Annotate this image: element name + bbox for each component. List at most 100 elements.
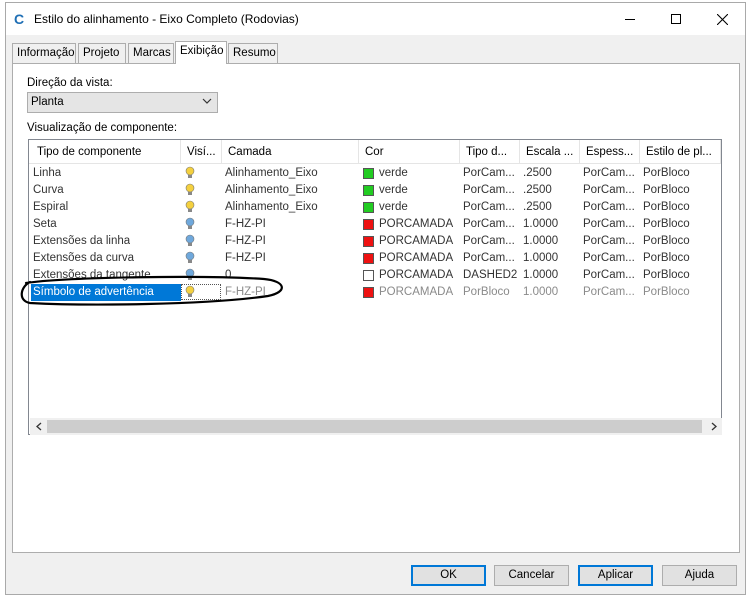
column-header-plot-style[interactable]: Estilo de pl...	[640, 140, 721, 164]
scale-cell[interactable]: .2500	[523, 199, 552, 216]
column-header-linetype[interactable]: Tipo d...	[460, 140, 520, 164]
lineweight-cell[interactable]: PorCam...	[583, 182, 635, 199]
linetype-cell[interactable]: PorCam...	[463, 165, 515, 182]
table-row[interactable]: Curva Alinhamento_Eixo verde PorCam... .2500…	[29, 182, 721, 199]
plot-style-cell[interactable]: PorBloco	[643, 199, 690, 216]
component-name-cell[interactable]: Linha	[33, 165, 61, 182]
column-header-lineweight[interactable]: Espess...	[580, 140, 640, 164]
plot-style-cell[interactable]: PorBloco	[643, 216, 690, 233]
scale-cell[interactable]: 1.0000	[523, 250, 558, 267]
scale-cell[interactable]: 1.0000	[523, 267, 558, 284]
scroll-right-button[interactable]	[705, 418, 722, 435]
minimize-button[interactable]	[607, 3, 653, 35]
horizontal-scrollbar[interactable]	[30, 418, 722, 435]
component-name-cell[interactable]: Extensões da curva	[33, 250, 134, 267]
table-row[interactable]: Extensões da tangente 0 PORCAMADA DASHED2 1.…	[29, 267, 721, 284]
plot-style-cell[interactable]: PorBloco	[643, 284, 690, 301]
lineweight-cell[interactable]: PorCam...	[583, 250, 635, 267]
title-bar[interactable]: C Estilo do alinhamento - Eixo Completo …	[6, 3, 745, 35]
table-row[interactable]: Seta F-HZ-PI PORCAMADA PorCam... 1.0000 PorCa…	[29, 216, 721, 233]
linetype-cell[interactable]: PorCam...	[463, 216, 515, 233]
linetype-cell[interactable]: DASHED2	[463, 267, 517, 284]
tab-projeto[interactable]: Projeto	[78, 43, 126, 63]
visibility-toggle[interactable]	[181, 182, 221, 199]
visibility-toggle[interactable]	[181, 250, 221, 267]
layer-cell[interactable]: F-HZ-PI	[225, 284, 266, 301]
layer-cell[interactable]: Alinhamento_Eixo	[225, 182, 318, 199]
linetype-cell[interactable]: PorBloco	[463, 284, 510, 301]
visibility-toggle[interactable]	[181, 267, 221, 284]
visibility-toggle[interactable]	[181, 216, 221, 233]
tab-informacao[interactable]: Informação	[12, 43, 76, 63]
component-name-cell[interactable]: Extensões da linha	[33, 233, 130, 250]
scale-cell[interactable]: 1.0000	[523, 216, 558, 233]
visibility-toggle[interactable]	[181, 284, 221, 301]
visibility-toggle[interactable]	[181, 165, 221, 182]
layer-cell[interactable]: 0	[225, 267, 231, 284]
scale-cell[interactable]: .2500	[523, 182, 552, 199]
linetype-cell[interactable]: PorCam...	[463, 182, 515, 199]
linetype-cell[interactable]: PorCam...	[463, 250, 515, 267]
column-header-layer[interactable]: Camada	[222, 140, 359, 164]
layer-cell[interactable]: F-HZ-PI	[225, 216, 266, 233]
color-cell[interactable]: PORCAMADA	[363, 284, 461, 301]
linetype-cell[interactable]: PorCam...	[463, 233, 515, 250]
visibility-toggle[interactable]	[181, 233, 221, 250]
table-row[interactable]: Extensões da curva F-HZ-PI PORCAMADA PorCam…	[29, 250, 721, 267]
apply-button[interactable]: Aplicar	[578, 565, 653, 586]
component-name-cell[interactable]: Símbolo de advertência	[31, 284, 181, 301]
plot-style-cell[interactable]: PorBloco	[643, 267, 690, 284]
plot-style-cell[interactable]: PorBloco	[643, 233, 690, 250]
view-direction-select[interactable]: Planta	[27, 92, 218, 113]
scale-cell[interactable]: 1.0000	[523, 233, 558, 250]
layer-cell[interactable]: Alinhamento_Eixo	[225, 199, 318, 216]
table-row[interactable]: Extensões da linha F-HZ-PI PORCAMADA PorCam…	[29, 233, 721, 250]
visibility-toggle[interactable]	[181, 199, 221, 216]
plot-style-cell[interactable]: PorBloco	[643, 165, 690, 182]
column-header-scale[interactable]: Escala ...	[520, 140, 580, 164]
tab-exibicao[interactable]: Exibição	[175, 41, 227, 64]
close-button[interactable]	[699, 3, 745, 35]
lineweight-cell[interactable]: PorCam...	[583, 216, 635, 233]
column-header-color[interactable]: Cor	[359, 140, 460, 164]
scale-cell[interactable]: 1.0000	[523, 284, 558, 301]
help-button[interactable]: Ajuda	[662, 565, 737, 586]
color-cell[interactable]: PORCAMADA	[363, 267, 461, 284]
tab-marcas[interactable]: Marcas	[128, 43, 174, 63]
lineweight-cell[interactable]: PorCam...	[583, 267, 635, 284]
component-name-cell[interactable]: Espiral	[33, 199, 68, 216]
lineweight-cell[interactable]: PorCam...	[583, 165, 635, 182]
cancel-button[interactable]: Cancelar	[494, 565, 569, 586]
linetype-cell[interactable]: PorCam...	[463, 199, 515, 216]
layer-cell[interactable]: Alinhamento_Eixo	[225, 165, 318, 182]
table-row[interactable]: Símbolo de advertência F-HZ-PI PORCAMADA Po…	[29, 284, 721, 301]
lineweight-cell[interactable]: PorCam...	[583, 233, 635, 250]
color-cell[interactable]: PORCAMADA	[363, 233, 461, 250]
layer-cell[interactable]: F-HZ-PI	[225, 233, 266, 250]
plot-style-cell[interactable]: PorBloco	[643, 182, 690, 199]
column-header-visible[interactable]: Visí...	[181, 140, 222, 164]
scroll-thumb[interactable]	[47, 420, 702, 433]
color-cell[interactable]: PORCAMADA	[363, 250, 461, 267]
plot-style-cell[interactable]: PorBloco	[643, 250, 690, 267]
table-row[interactable]: Espiral Alinhamento_Eixo verde PorCam... .25…	[29, 199, 721, 216]
ok-button[interactable]: OK	[411, 565, 486, 586]
scale-cell[interactable]: .2500	[523, 165, 552, 182]
lightbulb-off-icon	[185, 234, 195, 246]
component-list[interactable]: Tipo de componente Visí... Camada Cor Ti…	[28, 139, 722, 435]
tab-resumo[interactable]: Resumo	[228, 43, 278, 63]
color-cell[interactable]: verde	[363, 165, 461, 182]
component-name-cell[interactable]: Extensões da tangente	[33, 267, 151, 284]
layer-cell[interactable]: F-HZ-PI	[225, 250, 266, 267]
maximize-button[interactable]	[653, 3, 699, 35]
table-row[interactable]: Linha Alinhamento_Eixo verde PorCam... .2500…	[29, 165, 721, 182]
component-name-cell[interactable]: Seta	[33, 216, 57, 233]
lineweight-cell[interactable]: PorCam...	[583, 284, 635, 301]
lineweight-cell[interactable]: PorCam...	[583, 199, 635, 216]
column-header-component-type[interactable]: Tipo de componente	[29, 140, 181, 164]
color-cell[interactable]: verde	[363, 182, 461, 199]
scroll-left-button[interactable]	[30, 418, 47, 435]
color-cell[interactable]: PORCAMADA	[363, 216, 461, 233]
component-name-cell[interactable]: Curva	[33, 182, 64, 199]
color-cell[interactable]: verde	[363, 199, 461, 216]
